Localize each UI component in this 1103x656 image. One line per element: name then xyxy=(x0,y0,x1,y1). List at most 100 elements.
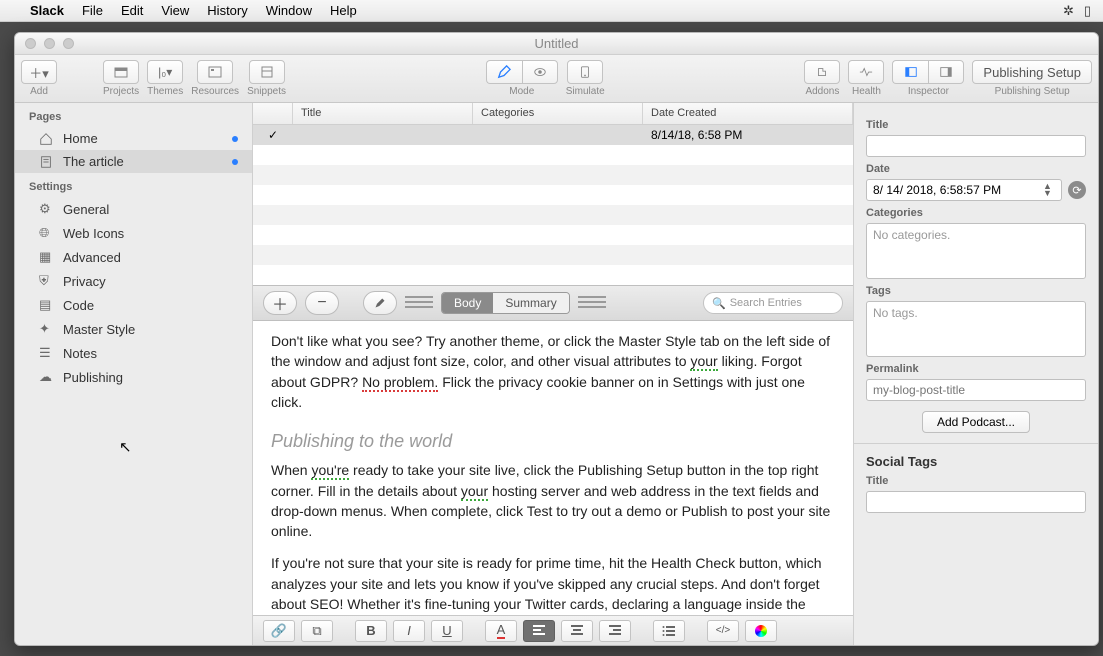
underline-button[interactable]: U xyxy=(431,620,463,642)
date-now-button[interactable]: ⟳ xyxy=(1068,181,1086,199)
search-entries-input[interactable]: 🔍 Search Entries xyxy=(703,292,843,314)
themes-button[interactable]: |₀▾ xyxy=(147,60,183,84)
body-summary-toggle[interactable]: Body Summary xyxy=(441,292,570,314)
mode-edit-button[interactable] xyxy=(486,60,522,84)
menu-window[interactable]: Window xyxy=(266,3,312,18)
edit-entry-button[interactable] xyxy=(363,291,397,315)
remove-entry-button[interactable]: − xyxy=(305,291,339,315)
color-picker-button[interactable] xyxy=(745,620,777,642)
home-icon xyxy=(39,132,55,146)
font-color-button[interactable]: A xyxy=(485,620,517,642)
align-right-button[interactable] xyxy=(599,620,631,642)
snippets-button[interactable] xyxy=(249,60,285,84)
inspector-label: Inspector xyxy=(908,86,949,97)
health-button[interactable] xyxy=(848,60,884,84)
sidebar-item-home[interactable]: Home xyxy=(15,127,252,150)
row-date: 8/14/18, 6:58 PM xyxy=(643,128,750,142)
projects-label: Projects xyxy=(103,86,139,97)
sidebar-item-code[interactable]: ▤Code xyxy=(15,293,252,317)
menu-app[interactable]: Slack xyxy=(30,3,64,18)
date-stepper[interactable]: ▲▼ xyxy=(1043,183,1055,197)
search-placeholder: Search Entries xyxy=(730,297,802,309)
inspector-date-input[interactable]: 8/ 14/ 2018, 6:58:57 PM ▲▼ xyxy=(866,179,1062,201)
col-date[interactable]: Date Created xyxy=(643,103,853,124)
menu-file[interactable]: File xyxy=(82,3,103,18)
mode-preview-button[interactable] xyxy=(522,60,558,84)
minimize-window-button[interactable] xyxy=(44,38,55,49)
social-tags-header: Social Tags xyxy=(866,454,1086,469)
battery-icon[interactable]: ▯ xyxy=(1084,3,1091,19)
inspector-left-button[interactable] xyxy=(892,60,928,84)
col-categories[interactable]: Categories xyxy=(473,103,643,124)
sidebar-item-label: General xyxy=(63,202,109,217)
list-button[interactable] xyxy=(653,620,685,642)
summary-tab[interactable]: Summary xyxy=(493,293,568,313)
add-entry-button[interactable]: ＋ xyxy=(263,291,297,315)
sidebar-item-general[interactable]: ⚙ General xyxy=(15,197,252,221)
addons-button[interactable] xyxy=(804,60,840,84)
inspector-categories-input[interactable]: No categories. xyxy=(866,223,1086,279)
sidebar-item-label: Privacy xyxy=(63,274,106,289)
sidebar-item-master-style[interactable]: ✦Master Style xyxy=(15,317,252,341)
menu-view[interactable]: View xyxy=(161,3,189,18)
shield-icon: ⛨ xyxy=(39,273,55,289)
snippets-label: Snippets xyxy=(247,86,286,97)
body-tab[interactable]: Body xyxy=(442,293,493,313)
row-checkbox[interactable]: ✓ xyxy=(253,128,293,142)
link-button[interactable]: 🔗 xyxy=(263,620,295,642)
status-icon[interactable]: ✲ xyxy=(1063,3,1074,19)
sidebar-item-privacy[interactable]: ⛨ Privacy xyxy=(15,269,252,293)
gear-icon: ⚙ xyxy=(39,201,55,217)
projects-button[interactable] xyxy=(103,60,139,84)
col-checkbox[interactable] xyxy=(253,103,293,124)
sidebar-item-web-icons[interactable]: 🌐︎ Web Icons xyxy=(15,221,252,245)
paragraph[interactable]: Don't like what you see? Try another the… xyxy=(271,331,835,412)
align-center-button[interactable] xyxy=(561,620,593,642)
unlink-button[interactable]: ⧉ xyxy=(301,620,333,642)
bold-button[interactable]: B xyxy=(355,620,387,642)
mode-label: Mode xyxy=(509,86,534,97)
inspector-permalink-input[interactable] xyxy=(866,379,1086,401)
add-podcast-button[interactable]: Add Podcast... xyxy=(922,411,1030,433)
sidebar-item-advanced[interactable]: ▦Advanced xyxy=(15,245,252,269)
sidebar-item-notes[interactable]: ☰Notes xyxy=(15,341,252,365)
inspector-title-input[interactable] xyxy=(866,135,1086,157)
inspector-right-button[interactable] xyxy=(928,60,964,84)
resources-button[interactable] xyxy=(197,60,233,84)
menu-history[interactable]: History xyxy=(207,3,247,18)
document-editor[interactable]: Don't like what you see? Try another the… xyxy=(253,321,853,615)
globe-icon: 🌐︎ xyxy=(39,225,55,241)
titlebar: Untitled xyxy=(15,33,1098,55)
sidebar-item-publishing[interactable]: ☁Publishing xyxy=(15,365,252,389)
table-row[interactable]: ✓ 8/14/18, 6:58 PM xyxy=(253,125,853,145)
menu-help[interactable]: Help xyxy=(330,3,357,18)
inspector-tags-input[interactable]: No tags. xyxy=(866,301,1086,357)
zoom-window-button[interactable] xyxy=(63,38,74,49)
sidebar: Pages Home The article Settings ⚙General… xyxy=(15,103,253,645)
add-button[interactable]: ＋▾ xyxy=(21,60,57,84)
inspector-permalink-label: Permalink xyxy=(866,363,1086,375)
inspector-title-label: Title xyxy=(866,119,1086,131)
sidebar-item-label: Web Icons xyxy=(63,226,124,241)
html-button[interactable]: </> xyxy=(707,620,739,642)
publishing-setup-button[interactable]: Publishing Setup xyxy=(972,60,1092,84)
paragraph[interactable]: When you're ready to take your site live… xyxy=(271,460,835,541)
menu-edit[interactable]: Edit xyxy=(121,3,143,18)
simulate-button[interactable] xyxy=(567,60,603,84)
italic-button[interactable]: I xyxy=(393,620,425,642)
resources-label: Resources xyxy=(191,86,239,97)
inspector-tags-label: Tags xyxy=(866,285,1086,297)
code-icon: ▤ xyxy=(39,297,55,313)
social-title-input[interactable] xyxy=(866,491,1086,513)
sidebar-item-the-article[interactable]: The article xyxy=(15,150,252,173)
paragraph[interactable]: If you're not sure that your site is rea… xyxy=(271,553,835,615)
col-title[interactable]: Title xyxy=(293,103,473,124)
heading-publishing[interactable]: Publishing to the world xyxy=(271,428,835,454)
inspector-date-label: Date xyxy=(866,163,1086,175)
cursor-icon: ↖ xyxy=(119,438,132,456)
unsaved-dot-icon xyxy=(232,159,238,165)
close-window-button[interactable] xyxy=(25,38,36,49)
align-left-button[interactable] xyxy=(523,620,555,642)
sidebar-item-label: Publishing xyxy=(63,370,123,385)
social-title-label: Title xyxy=(866,475,1086,487)
